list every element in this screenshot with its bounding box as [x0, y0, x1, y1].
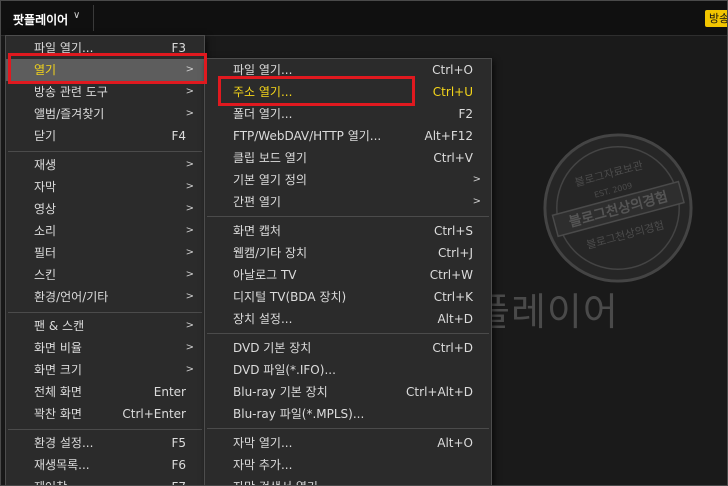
submenu-item-subtitle-search[interactable]: 자막 검색서 열기 — [205, 476, 491, 485]
menu-item-filters[interactable]: 필터 > — [6, 242, 204, 264]
menu-item-skins[interactable]: 스킨 > — [6, 264, 204, 286]
menu-item-playlist[interactable]: 재생목록... F6 — [6, 454, 204, 476]
submenu-item-add-subtitle[interactable]: 자막 추가... — [205, 454, 491, 476]
app-menu-title[interactable]: 팟플레이어 — [13, 11, 68, 28]
submenu-item-open-clipboard[interactable]: 클립 보드 열기 Ctrl+V — [205, 147, 491, 169]
chevron-right-icon: > — [185, 225, 194, 236]
live-badge[interactable]: 방송 — [705, 10, 727, 27]
chevron-right-icon: > — [472, 174, 481, 185]
menu-separator — [207, 428, 489, 429]
submenu-item-bluray-device[interactable]: Blu-ray 기본 장치 Ctrl+Alt+D — [205, 381, 491, 403]
menu-item-close[interactable]: 닫기 F4 — [6, 125, 204, 147]
menu-item-playback[interactable]: 재생 > — [6, 154, 204, 176]
chevron-down-icon[interactable]: ∨ — [73, 10, 80, 21]
chevron-right-icon: > — [185, 291, 194, 302]
submenu-item-open-subtitle[interactable]: 자막 열기... Alt+O — [205, 432, 491, 454]
menu-item-control-panel[interactable]: 제어창...F7 — [6, 476, 204, 485]
chevron-right-icon: > — [185, 203, 194, 214]
menu-item-screen-size[interactable]: 화면 크기 > — [6, 359, 204, 381]
menu-item-env-language[interactable]: 환경/언어/기타 > — [6, 286, 204, 308]
title-bar: 팟플레이어 ∨ 방송 — [1, 1, 727, 36]
menu-item-fullscreen[interactable]: 전체 화면 Enter — [6, 381, 204, 403]
chevron-right-icon: > — [185, 269, 194, 280]
menu-item-subtitles[interactable]: 자막 > — [6, 176, 204, 198]
blog-watermark-stamp: 블로그자료보관 EST. 2009 블로그천상의경험 블로그천상의경험 — [543, 133, 693, 283]
submenu-item-default-open[interactable]: 기본 열기 정의 > — [205, 169, 491, 191]
main-context-menu: 파일 열기... F3 열기 > 방송 관련 도구 > 앨범/즐겨찾기 > 닫기 F4 재… — [5, 35, 205, 485]
chevron-right-icon: > — [185, 86, 194, 97]
submenu-item-device-settings[interactable]: 장치 설정... Alt+D — [205, 308, 491, 330]
chevron-right-icon: > — [185, 342, 194, 353]
menu-separator — [8, 151, 202, 152]
submenu-item-open-folder[interactable]: 폴더 열기... F2 — [205, 103, 491, 125]
open-submenu: 파일 열기... Ctrl+O 주소 열기... Ctrl+U 폴더 열기... F2… — [204, 58, 492, 485]
chevron-right-icon: > — [185, 364, 194, 375]
submenu-item-dvd-file[interactable]: DVD 파일(*.IFO)... — [205, 359, 491, 381]
annotation-box-open-url — [218, 76, 415, 106]
submenu-item-analog-tv[interactable]: 아날로그 TV Ctrl+W — [205, 264, 491, 286]
annotation-box-open — [8, 53, 207, 84]
submenu-item-digital-tv[interactable]: 디지털 TV(BDA 장치) Ctrl+K — [205, 286, 491, 308]
chevron-right-icon: > — [185, 181, 194, 192]
submenu-item-open-ftp[interactable]: FTP/WebDAV/HTTP 열기... Alt+F12 — [205, 125, 491, 147]
title-separator — [93, 5, 94, 31]
menu-item-audio[interactable]: 소리 > — [6, 220, 204, 242]
submenu-item-bluray-file[interactable]: Blu-ray 파일(*.MPLS)... — [205, 403, 491, 425]
submenu-item-screen-capture[interactable]: 화면 캡처 Ctrl+S — [205, 220, 491, 242]
menu-item-preferences[interactable]: 환경 설정... F5 — [6, 432, 204, 454]
menu-item-pan-scan[interactable]: 팬 & 스캔 > — [6, 315, 204, 337]
chevron-right-icon: > — [185, 247, 194, 258]
menu-item-album-favorites[interactable]: 앨범/즐겨찾기 > — [6, 103, 204, 125]
background-logo-text: 플레이어 — [475, 290, 619, 334]
submenu-item-dvd-device[interactable]: DVD 기본 장치 Ctrl+D — [205, 337, 491, 359]
menu-item-full-window[interactable]: 꽉찬 화면 Ctrl+Enter — [6, 403, 204, 425]
menu-item-broadcast-tools[interactable]: 방송 관련 도구 > — [6, 81, 204, 103]
menu-item-video[interactable]: 영상 > — [6, 198, 204, 220]
submenu-item-webcam[interactable]: 웹캠/기타 장치 Ctrl+J — [205, 242, 491, 264]
chevron-right-icon: > — [185, 320, 194, 331]
submenu-item-quick-open[interactable]: 간편 열기 > — [205, 191, 491, 213]
potplayer-window: 팟플레이어 ∨ 방송 플레이어 블로그자료보관 EST. 2009 블로그천상의… — [0, 0, 728, 486]
menu-separator — [8, 429, 202, 430]
menu-separator — [207, 333, 489, 334]
chevron-right-icon: > — [472, 196, 481, 207]
chevron-right-icon: > — [185, 108, 194, 119]
menu-separator — [8, 312, 202, 313]
menu-separator — [207, 216, 489, 217]
menu-item-aspect-ratio[interactable]: 화면 비율 > — [6, 337, 204, 359]
chevron-right-icon: > — [185, 159, 194, 170]
